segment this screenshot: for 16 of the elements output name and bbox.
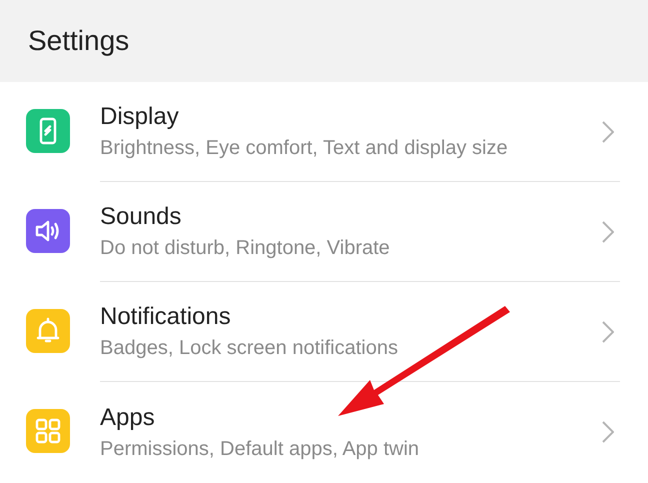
item-title: Display bbox=[100, 103, 180, 131]
item-title: Notifications bbox=[100, 303, 232, 331]
chevron-icon bbox=[602, 120, 614, 142]
chevron-icon bbox=[602, 220, 614, 242]
settings-item[interactable]: Sounds Do not disturb, Ringtone, Vibrate bbox=[0, 182, 648, 282]
settings-item[interactable]: Display Brightness, Eye comfort, Text and display size bbox=[0, 82, 648, 182]
item-subtitle: Permissions, Default apps, App twin bbox=[100, 438, 420, 460]
item-subtitle: Badges, Lock screen notifications bbox=[100, 337, 399, 360]
chevron-icon bbox=[602, 421, 614, 443]
item-title: Sounds bbox=[100, 203, 182, 231]
chevron-icon bbox=[602, 320, 614, 342]
item-subtitle: Do not disturb, Ringtone, Vibrate bbox=[100, 237, 391, 260]
item-title: Apps bbox=[100, 404, 156, 432]
page-title: Settings bbox=[28, 25, 130, 57]
item-subtitle: Brightness, Eye comfort, Text and display size bbox=[100, 137, 509, 160]
settings-item[interactable]: Apps Permissions, Default apps, App twin bbox=[0, 382, 648, 482]
